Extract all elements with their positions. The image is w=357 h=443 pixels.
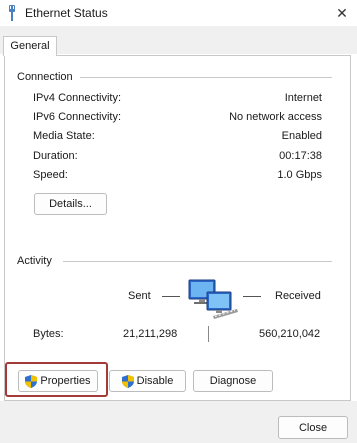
tab-general[interactable]: General	[3, 36, 57, 56]
sent-label: Sent	[128, 290, 151, 302]
close-button[interactable]: Close	[278, 416, 348, 439]
duration-value: 00:17:38	[279, 150, 322, 162]
shield-icon	[121, 374, 134, 388]
disable-button-label: Disable	[136, 375, 174, 387]
close-icon[interactable]: ✕	[333, 4, 351, 22]
duration-label: Duration:	[33, 150, 78, 162]
window-title: Ethernet Status	[25, 6, 108, 20]
ipv6-value: No network access	[229, 111, 322, 123]
bytes-received-value: 560,210,042	[259, 328, 321, 340]
details-button[interactable]: Details...	[34, 193, 107, 215]
properties-button-label: Properties	[40, 375, 91, 387]
close-button-label: Close	[298, 421, 328, 434]
ethernet-icon	[9, 5, 15, 21]
ipv6-label: IPv6 Connectivity:	[33, 111, 122, 123]
speed-value: 1.0 Gbps	[277, 169, 322, 181]
sent-dash	[162, 296, 180, 297]
bytes-divider	[208, 326, 209, 342]
details-button-label: Details...	[49, 198, 92, 210]
bytes-sent-value: 21,211,298	[123, 328, 178, 340]
shield-icon	[25, 374, 38, 388]
media-state-label: Media State:	[33, 130, 95, 142]
connection-group-line	[80, 77, 332, 78]
diagnose-button[interactable]: Diagnose	[193, 370, 273, 392]
received-dash	[243, 296, 261, 297]
properties-button[interactable]: Properties	[18, 370, 98, 392]
ipv4-label: IPv4 Connectivity:	[33, 92, 122, 104]
speed-label: Speed:	[33, 169, 68, 181]
general-panel	[4, 55, 351, 401]
connection-group-label: Connection	[17, 71, 79, 83]
network-computers-icon	[188, 279, 238, 319]
ipv4-value: Internet	[284, 92, 322, 104]
activity-group-label: Activity	[17, 255, 58, 267]
disable-button[interactable]: Disable	[109, 370, 186, 392]
title-bar: Ethernet Status ✕	[0, 0, 357, 26]
media-state-value: Enabled	[281, 130, 322, 142]
activity-group-line	[63, 261, 332, 262]
bytes-label: Bytes:	[33, 328, 64, 340]
diagnose-button-label: Diagnose	[209, 375, 257, 387]
received-label: Received	[275, 290, 321, 302]
